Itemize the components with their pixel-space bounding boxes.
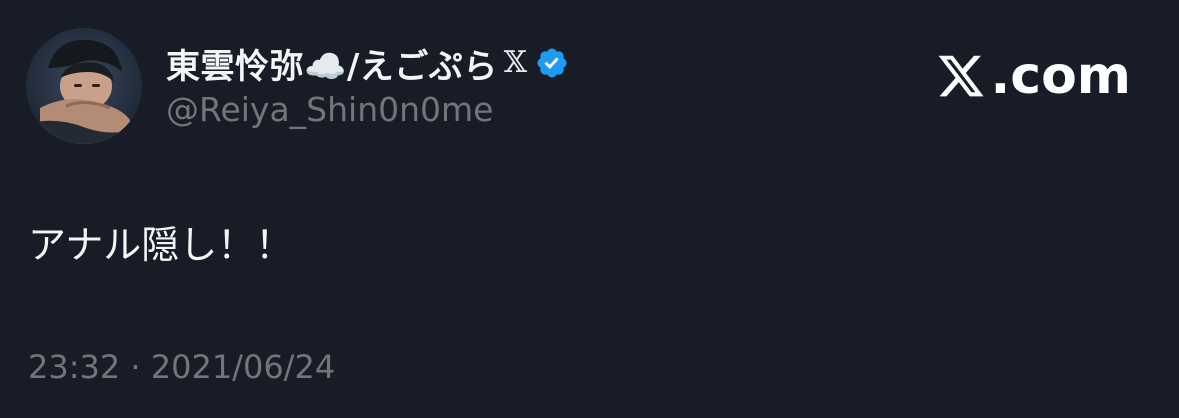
brand-label: .com	[990, 46, 1132, 106]
x-logo-icon	[935, 51, 987, 101]
tweet-text: アナル隠し！！	[28, 223, 294, 267]
author-name-row[interactable]: 東雲怜弥☁️/えごぷら 𝕏	[166, 39, 569, 88]
display-name[interactable]: 東雲怜弥☁️/えごぷら	[166, 39, 498, 88]
brand-logo[interactable]: .com	[935, 46, 1132, 106]
verified-badge-icon	[535, 46, 569, 80]
x-badge-icon: 𝕏	[503, 45, 528, 80]
avatar[interactable]	[26, 28, 142, 144]
avatar-photo	[26, 28, 142, 144]
author-handle[interactable]: @Reiya_Shin0n0me	[166, 90, 493, 129]
tweet-timestamp[interactable]: 23:32 · 2021/06/24	[28, 348, 335, 386]
